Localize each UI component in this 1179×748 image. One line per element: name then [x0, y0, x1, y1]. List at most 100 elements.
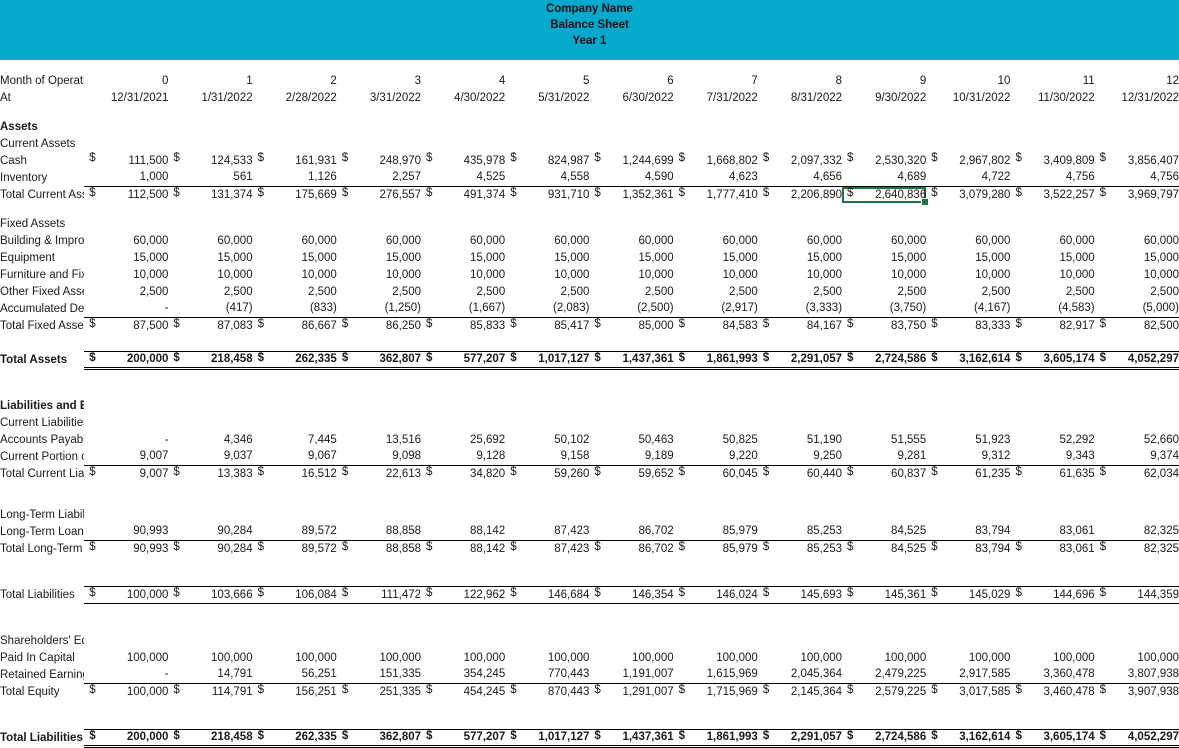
cell[interactable]	[589, 135, 673, 152]
cell[interactable]: 161,931	[253, 152, 337, 169]
cell[interactable]: 2,500	[589, 283, 674, 300]
cell[interactable]: 1,437,361	[589, 728, 674, 748]
cell[interactable]	[589, 397, 673, 414]
cell[interactable]: 200,000	[84, 728, 169, 748]
cell[interactable]	[926, 632, 1010, 649]
cell[interactable]: 82,325	[1094, 523, 1179, 541]
column-header[interactable]: 1	[168, 72, 252, 89]
cell[interactable]: -	[84, 300, 169, 318]
cell[interactable]: 145,693	[757, 585, 843, 604]
cell[interactable]: 89,572	[253, 540, 337, 557]
cell[interactable]: 85,833	[421, 317, 505, 334]
cell[interactable]: 100,000	[505, 649, 590, 666]
cell[interactable]: 51,923	[926, 431, 1010, 448]
cell[interactable]: 51,555	[842, 431, 926, 448]
cell[interactable]: 10,000	[842, 266, 926, 283]
cell[interactable]: 84,583	[674, 317, 758, 334]
cell[interactable]: 146,684	[505, 585, 590, 604]
cell[interactable]	[842, 506, 926, 523]
column-header[interactable]: 11	[1010, 72, 1095, 89]
column-header[interactable]: 6	[589, 72, 673, 89]
cell[interactable]: 9,189	[589, 448, 674, 466]
cell[interactable]: 10,000	[421, 266, 505, 283]
cell[interactable]: 60,000	[1095, 232, 1179, 249]
cell[interactable]: (417)	[168, 300, 253, 318]
cell[interactable]: 103,666	[168, 585, 253, 604]
cell[interactable]: 106,084	[252, 585, 337, 604]
cell[interactable]	[84, 632, 168, 649]
cell[interactable]: 85,417	[505, 317, 589, 334]
cell[interactable]: 145,361	[842, 585, 927, 604]
cell[interactable]: 1,291,007	[589, 683, 673, 700]
cell[interactable]: 60,440	[758, 465, 842, 482]
cell[interactable]: 56,251	[252, 666, 337, 684]
cell[interactable]	[337, 632, 421, 649]
cell[interactable]: 60,000	[842, 232, 926, 249]
cell[interactable]	[1095, 215, 1179, 232]
cell[interactable]: 262,335	[252, 728, 337, 748]
cell[interactable]	[253, 632, 337, 649]
cell[interactable]: 60,000	[168, 232, 252, 249]
cell[interactable]	[1010, 414, 1094, 431]
cell[interactable]: 15,000	[674, 249, 758, 266]
cell[interactable]: 60,000	[421, 232, 505, 249]
cell[interactable]	[421, 506, 505, 523]
cell[interactable]: 90,284	[168, 523, 253, 541]
cell[interactable]: (2,083)	[505, 300, 590, 318]
cell[interactable]	[505, 118, 589, 135]
cell[interactable]: 931,710	[505, 186, 589, 203]
cell[interactable]: 218,458	[168, 728, 253, 748]
cell[interactable]: 60,000	[1010, 232, 1094, 249]
cell[interactable]: 1,861,993	[673, 728, 758, 748]
cell[interactable]: 7,445	[253, 431, 337, 448]
column-header[interactable]: 5/31/2022	[505, 89, 589, 106]
cell[interactable]: 60,000	[926, 232, 1010, 249]
cell[interactable]: 15,000	[842, 249, 926, 266]
cell[interactable]	[168, 215, 252, 232]
cell[interactable]: 84,525	[842, 523, 927, 541]
cell[interactable]	[674, 397, 758, 414]
cell[interactable]: 2,479,225	[842, 666, 927, 684]
cell[interactable]: 83,061	[1010, 540, 1094, 557]
cell[interactable]: 85,253	[758, 540, 842, 557]
cell[interactable]: 100,000	[1010, 649, 1095, 666]
cell[interactable]: 4,525	[421, 169, 506, 187]
cell[interactable]	[842, 397, 926, 414]
cell[interactable]: 3,605,174	[1010, 350, 1095, 370]
cell[interactable]: 9,007	[84, 448, 169, 466]
cell[interactable]: 561	[168, 169, 253, 187]
cell[interactable]: 3,807,938	[1094, 666, 1179, 684]
cell[interactable]: 60,000	[337, 232, 421, 249]
cell[interactable]: 2,579,225	[842, 683, 926, 700]
cell[interactable]: 9,220	[673, 448, 758, 466]
cell[interactable]: 2,500	[84, 283, 169, 300]
cell[interactable]: 2,500	[674, 283, 758, 300]
cell[interactable]: 156,251	[253, 683, 337, 700]
cell[interactable]: 10,000	[589, 266, 673, 283]
cell[interactable]: 83,794	[926, 540, 1010, 557]
cell[interactable]: 354,245	[421, 666, 506, 684]
column-header[interactable]: 0	[84, 72, 168, 89]
cell[interactable]	[674, 215, 758, 232]
cell[interactable]: 10,000	[337, 266, 421, 283]
cell[interactable]: 111,472	[336, 585, 422, 604]
cell[interactable]: 59,652	[589, 465, 673, 482]
cell[interactable]	[758, 118, 842, 135]
cell[interactable]: 124,533	[168, 152, 252, 169]
cell[interactable]: 83,750	[842, 317, 926, 334]
cell[interactable]: 870,443	[505, 683, 589, 700]
cell[interactable]: 87,083	[168, 317, 252, 334]
cell[interactable]: 9,250	[757, 448, 843, 466]
cell[interactable]: 4,722	[926, 169, 1011, 187]
cell[interactable]: 15,000	[84, 249, 168, 266]
cell[interactable]: 262,335	[252, 350, 337, 370]
column-header[interactable]: 6/30/2022	[589, 89, 673, 106]
cell[interactable]	[253, 414, 337, 431]
cell[interactable]	[1010, 397, 1094, 414]
cell[interactable]	[337, 397, 421, 414]
cell[interactable]: 3,522,257	[1010, 186, 1094, 203]
cell[interactable]: 2,045,364	[757, 666, 843, 684]
cell[interactable]	[842, 215, 926, 232]
cell[interactable]: 10,000	[168, 266, 252, 283]
cell[interactable]	[1095, 632, 1179, 649]
